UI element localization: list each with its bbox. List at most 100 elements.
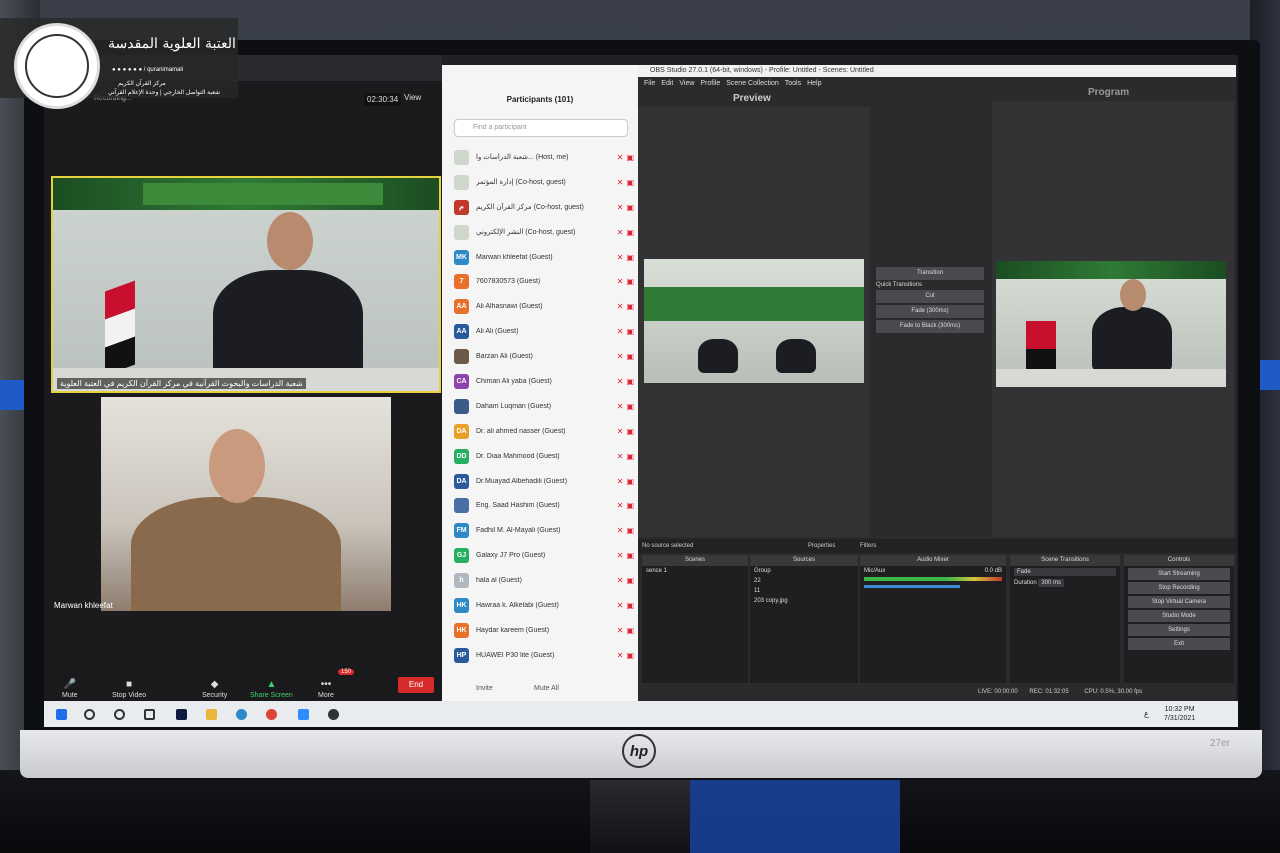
start-icon[interactable] <box>56 709 67 720</box>
quick-transition-item[interactable]: Fade to Black (300ms) <box>876 320 984 333</box>
participant-row[interactable]: Barzan Ali (Guest) ✕ ▣ <box>454 344 634 369</box>
participant-row[interactable]: HK Haydar kareem (Guest) ✕ ▣ <box>454 618 634 643</box>
video-off-icon[interactable]: ▣ <box>626 477 634 486</box>
muted-mic-icon[interactable]: ✕ <box>617 153 624 162</box>
quick-transition-item[interactable]: Cut <box>876 290 984 303</box>
video-off-icon[interactable]: ▣ <box>626 651 634 660</box>
video-off-icon[interactable]: ▣ <box>626 327 634 336</box>
source-item[interactable]: 203 copy.jpg <box>750 596 858 606</box>
volume-slider[interactable] <box>864 585 960 588</box>
participant-search-input[interactable]: Find a participant <box>454 119 628 137</box>
participant-row[interactable]: AA Ali Ali (Guest) ✕ ▣ <box>454 319 634 344</box>
participant-row[interactable]: AA Ali Alhasnawi (Guest) ✕ ▣ <box>454 294 634 319</box>
chrome-icon[interactable] <box>266 709 277 720</box>
muted-mic-icon[interactable]: ✕ <box>617 228 624 237</box>
source-item[interactable]: 11 <box>750 586 858 596</box>
muted-mic-icon[interactable]: ✕ <box>617 178 624 187</box>
participant-row[interactable]: Eng. Saad Hashim (Guest) ✕ ▣ <box>454 493 634 518</box>
obs-menu-item[interactable]: Profile <box>700 80 720 87</box>
muted-mic-icon[interactable]: ✕ <box>617 501 624 510</box>
control-button[interactable]: Settings <box>1128 624 1230 636</box>
participant-row[interactable]: Daham Luqman (Guest) ✕ ▣ <box>454 394 634 419</box>
video-off-icon[interactable]: ▣ <box>626 178 634 187</box>
muted-mic-icon[interactable]: ✕ <box>617 203 624 212</box>
muted-mic-icon[interactable]: ✕ <box>617 327 624 336</box>
video-off-icon[interactable]: ▣ <box>626 551 634 560</box>
muted-mic-icon[interactable]: ✕ <box>617 452 624 461</box>
video-off-icon[interactable]: ▣ <box>626 576 634 585</box>
zoom-icon[interactable] <box>298 709 309 720</box>
muted-mic-icon[interactable]: ✕ <box>617 377 624 386</box>
participant-row[interactable]: شعبة الدراسات وا... (Host, me) ✕ ▣ <box>454 145 634 170</box>
participant-row[interactable]: DD Dr. Diaa Mahmood (Guest) ✕ ▣ <box>454 444 634 469</box>
participant-row[interactable]: CA Chiman Ali yaba (Guest) ✕ ▣ <box>454 369 634 394</box>
muted-mic-icon[interactable]: ✕ <box>617 402 624 411</box>
control-button[interactable]: Stop Recording <box>1128 582 1230 594</box>
quick-transition-item[interactable]: Fade (300ms) <box>876 305 984 318</box>
muted-mic-icon[interactable]: ✕ <box>617 601 624 610</box>
video-off-icon[interactable]: ▣ <box>626 302 634 311</box>
more-button[interactable]: ••• More <box>318 679 334 699</box>
participant-row[interactable]: 7 7607830573 (Guest) ✕ ▣ <box>454 269 634 294</box>
system-clock[interactable]: 10:32 PM 7/31/2021 <box>1164 705 1195 723</box>
participant-row[interactable]: DA Dr. ali ahmed nasser (Guest) ✕ ▣ <box>454 419 634 444</box>
participant-row[interactable]: h hala al (Guest) ✕ ▣ <box>454 568 634 593</box>
scene-item[interactable]: sence 1 <box>642 566 748 576</box>
video-off-icon[interactable]: ▣ <box>626 253 634 262</box>
photoshop-icon[interactable] <box>176 709 187 720</box>
task-view-icon[interactable] <box>144 709 155 720</box>
control-button[interactable]: Start Streaming <box>1128 568 1230 580</box>
muted-mic-icon[interactable]: ✕ <box>617 253 624 262</box>
video-off-icon[interactable]: ▣ <box>626 427 634 436</box>
participant-row[interactable]: FM Fadhil M. Al-Mayali (Guest) ✕ ▣ <box>454 518 634 543</box>
participant-row[interactable]: إدارة المؤتمر (Co-host, guest) ✕ ▣ <box>454 170 634 195</box>
video-off-icon[interactable]: ▣ <box>626 203 634 212</box>
share-screen-button[interactable]: ▲ Share Screen <box>250 679 293 699</box>
obs-menu-item[interactable]: Edit <box>661 80 673 87</box>
filters-button[interactable]: Filters <box>860 539 876 553</box>
participant-row[interactable]: HP HUAWEI P30 lite (Guest) ✕ ▣ <box>454 643 634 668</box>
transition-select[interactable]: Fade <box>1010 566 1120 578</box>
search-icon[interactable] <box>84 709 95 720</box>
input-language[interactable]: ع <box>1144 709 1149 718</box>
control-button[interactable]: Stop Virtual Camera <box>1128 596 1230 608</box>
video-off-icon[interactable]: ▣ <box>626 601 634 610</box>
video-off-icon[interactable]: ▣ <box>626 228 634 237</box>
obs-menu-item[interactable]: File <box>644 80 655 87</box>
duration-field[interactable]: Duration 300 ms <box>1010 578 1120 588</box>
participant-row[interactable]: DA Dr.Muayad Albehadili (Guest) ✕ ▣ <box>454 469 634 494</box>
video-off-icon[interactable]: ▣ <box>626 277 634 286</box>
source-item[interactable]: Group <box>750 566 858 576</box>
participant-row[interactable]: GJ Galaxy J7 Pro (Guest) ✕ ▣ <box>454 543 634 568</box>
view-button[interactable]: View <box>404 93 421 102</box>
source-item[interactable]: 22 <box>750 576 858 586</box>
muted-mic-icon[interactable]: ✕ <box>617 651 624 660</box>
obs-menu-item[interactable]: Help <box>807 80 821 87</box>
muted-mic-icon[interactable]: ✕ <box>617 576 624 585</box>
video-off-icon[interactable]: ▣ <box>626 452 634 461</box>
video-off-icon[interactable]: ▣ <box>626 153 634 162</box>
obs-menu-item[interactable]: Tools <box>785 80 801 87</box>
mute-all-button[interactable]: Mute All <box>534 685 559 692</box>
control-button[interactable]: Exit <box>1128 638 1230 650</box>
participant-row[interactable]: HK Hawraa k. Alkelabi (Guest) ✕ ▣ <box>454 593 634 618</box>
muted-mic-icon[interactable]: ✕ <box>617 302 624 311</box>
telegram-icon[interactable] <box>236 709 247 720</box>
invite-button[interactable]: Invite <box>476 685 493 692</box>
obs-menu-item[interactable]: View <box>679 80 694 87</box>
properties-button[interactable]: Properties <box>808 539 835 553</box>
file-explorer-icon[interactable] <box>206 709 217 720</box>
video-off-icon[interactable]: ▣ <box>626 526 634 535</box>
control-button[interactable]: Studio Mode <box>1128 610 1230 622</box>
muted-mic-icon[interactable]: ✕ <box>617 551 624 560</box>
video-off-icon[interactable]: ▣ <box>626 377 634 386</box>
obs-icon[interactable] <box>328 709 339 720</box>
video-off-icon[interactable]: ▣ <box>626 501 634 510</box>
security-button[interactable]: ◆ Security <box>202 679 227 699</box>
video-off-icon[interactable]: ▣ <box>626 352 634 361</box>
video-off-icon[interactable]: ▣ <box>626 402 634 411</box>
mute-button[interactable]: 🎤 Mute <box>62 679 78 699</box>
muted-mic-icon[interactable]: ✕ <box>617 427 624 436</box>
video-off-icon[interactable]: ▣ <box>626 626 634 635</box>
obs-menu-item[interactable]: Scene Collection <box>726 80 779 87</box>
